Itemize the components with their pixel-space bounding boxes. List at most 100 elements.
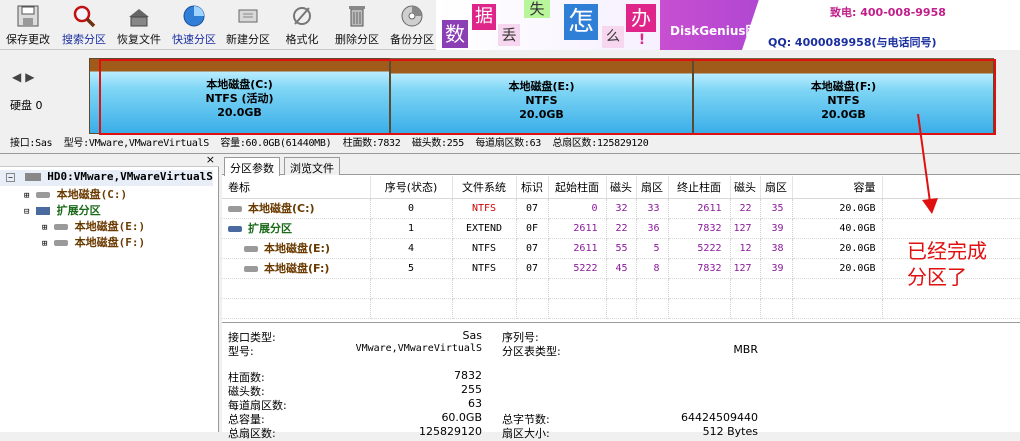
banner-char: ! — [638, 32, 646, 48]
search-icon — [73, 5, 96, 28]
backup-partition-button[interactable]: 备份分区 — [386, 0, 438, 50]
col-end-head[interactable]: 磁头 — [730, 176, 761, 199]
banner-char: 失 — [524, 0, 550, 18]
col-volume[interactable]: 卷标 — [222, 176, 371, 199]
recover-file-button[interactable]: 恢复文件 — [113, 0, 165, 50]
delete-icon — [349, 6, 365, 27]
table-cell: 127 — [730, 218, 761, 239]
col-id[interactable]: 标识 — [516, 176, 549, 199]
new-partition-icon — [238, 9, 258, 23]
partition-c-name: 本地磁盘(C:) — [206, 78, 273, 91]
partition-e-name: 本地磁盘(E:) — [508, 80, 575, 93]
partition-icon — [244, 246, 258, 252]
tab-partition-params[interactable]: 分区参数 — [224, 157, 280, 176]
disk-nav-arrows[interactable]: ◀ ▶ — [12, 70, 34, 84]
tree-item-extended[interactable]: ⊟ 扩展分区 — [24, 202, 101, 218]
expand-icon[interactable]: ⊞ — [24, 191, 29, 201]
partition-icon — [54, 224, 69, 230]
ptype-value: MBR — [733, 343, 758, 356]
format-label: 格式化 — [285, 33, 319, 46]
table-cell: 22 — [606, 218, 637, 239]
sectors-label: 总扇区数: — [228, 427, 276, 440]
annotation-text: 已经完成 分区了 — [907, 238, 987, 290]
tree-item-disk[interactable]: − HD0:VMware,VMwareVirtualS — [0, 170, 213, 186]
col-capacity[interactable]: 容量 — [792, 176, 883, 199]
partition-block-c[interactable]: 本地磁盘(C:) NTFS (活动) 20.0GB — [89, 58, 390, 134]
empty-cell — [668, 278, 731, 299]
format-button[interactable]: 格式化 — [278, 0, 326, 50]
empty-cell — [222, 278, 371, 299]
volume-label: 本地磁盘(F:) — [264, 262, 330, 275]
empty-cell — [636, 278, 669, 299]
empty-cell — [452, 298, 517, 319]
volume-label: 本地磁盘(C:) — [248, 202, 315, 215]
next-disk-icon[interactable]: ▶ — [25, 70, 34, 84]
col-end-sector[interactable]: 扇区 — [760, 176, 793, 199]
save-changes-button[interactable]: 保存更改 — [2, 0, 54, 50]
close-icon[interactable]: × — [206, 153, 215, 166]
collapse-icon[interactable]: − — [6, 173, 15, 182]
table-cell: 127 — [730, 258, 761, 279]
ad-banner[interactable]: 数 据 丢 失 怎 么 办 ! DiskGenius团队为您服务 致电: 400… — [436, 0, 1020, 50]
recover-file-icon — [129, 9, 149, 27]
table-cell: NTFS — [452, 238, 517, 259]
empty-cell — [760, 278, 793, 299]
col-end-cyl[interactable]: 终止柱面 — [668, 176, 731, 199]
disk-label: 硬盘 0 — [10, 99, 43, 112]
empty-cell — [760, 298, 793, 319]
expand-icon[interactable]: ⊞ — [42, 239, 47, 249]
prev-disk-icon[interactable]: ◀ — [12, 70, 21, 84]
table-row[interactable]: 扩展分区 1 EXTEND 0F 2611 22 36 7832 127 39 40.0GB — [222, 218, 1020, 239]
spt-value: 63 — [468, 397, 482, 410]
expand-icon[interactable]: ⊞ — [42, 223, 47, 233]
quick-partition-button[interactable]: 快速分区 — [168, 0, 220, 50]
table-cell: 5 — [370, 258, 453, 279]
col-index[interactable]: 序号(状态) — [370, 176, 453, 199]
tree-item-c[interactable]: ⊞ 本地磁盘(C:) — [24, 186, 127, 202]
table-cell: 07 — [516, 238, 549, 259]
tree-item-e[interactable]: ⊞ 本地磁盘(E:) — [42, 218, 145, 234]
tab-browse-files[interactable]: 浏览文件 — [284, 157, 340, 175]
table-cell: 7832 — [668, 218, 731, 239]
table-cell: 33 — [636, 198, 669, 219]
banner-qq: QQ: 4000089958(与电话同号) — [768, 36, 937, 49]
tree-f-label: 本地磁盘(F:) — [74, 236, 146, 249]
col-start-sector[interactable]: 扇区 — [636, 176, 669, 199]
search-partition-label: 搜索分区 — [62, 33, 106, 46]
table-cell: 0 — [548, 198, 607, 219]
partition-f-name: 本地磁盘(F:) — [810, 80, 877, 93]
empty-row — [222, 278, 1020, 299]
delete-partition-button[interactable]: 删除分区 — [330, 0, 384, 50]
delete-partition-label: 删除分区 — [335, 33, 379, 46]
col-start-head[interactable]: 磁头 — [606, 176, 637, 199]
annotation-line-1: 已经完成 — [907, 239, 987, 263]
cyl-value: 7832 — [454, 369, 482, 382]
banner-char: 怎 — [564, 4, 598, 40]
model-label: 型号: — [228, 345, 254, 358]
table-cell: 8 — [636, 258, 669, 279]
partition-block-e[interactable]: 本地磁盘(E:) NTFS 20.0GB — [390, 58, 693, 134]
empty-cell — [370, 278, 453, 299]
collapse-icon[interactable]: ⊟ — [24, 207, 29, 217]
banner-char: 么 — [602, 26, 624, 48]
new-partition-button[interactable]: 新建分区 — [222, 0, 274, 50]
col-start-cyl[interactable]: 起始柱面 — [548, 176, 607, 199]
partition-c-fs: NTFS (活动) — [205, 92, 274, 105]
partition-e-fs: NTFS — [525, 94, 558, 107]
tree-item-f[interactable]: ⊞ 本地磁盘(F:) — [42, 234, 145, 250]
backup-partition-label: 备份分区 — [390, 33, 434, 46]
empty-cell — [730, 278, 761, 299]
empty-cell — [370, 298, 453, 319]
table-cell: EXTEND — [452, 218, 517, 239]
tree-disk-label: HD0:VMware,VMwareVirtualS — [47, 170, 213, 183]
table-row[interactable]: 本地磁盘(F:) 5 NTFS 07 5222 45 8 7832 127 39 20.0GB — [222, 258, 1020, 279]
empty-cell — [636, 298, 669, 319]
table-cell: 4 — [370, 238, 453, 259]
extended-partition-icon — [36, 207, 51, 215]
table-row[interactable]: 本地磁盘(E:) 4 NTFS 07 2611 55 5 5222 12 38 20.0GB — [222, 238, 1020, 259]
table-cell: 12 — [730, 238, 761, 259]
search-partition-button[interactable]: 搜索分区 — [58, 0, 110, 50]
col-fs[interactable]: 文件系统 — [452, 176, 517, 199]
bytes-value: 64424509440 — [681, 411, 758, 424]
table-cell: 07 — [516, 258, 549, 279]
